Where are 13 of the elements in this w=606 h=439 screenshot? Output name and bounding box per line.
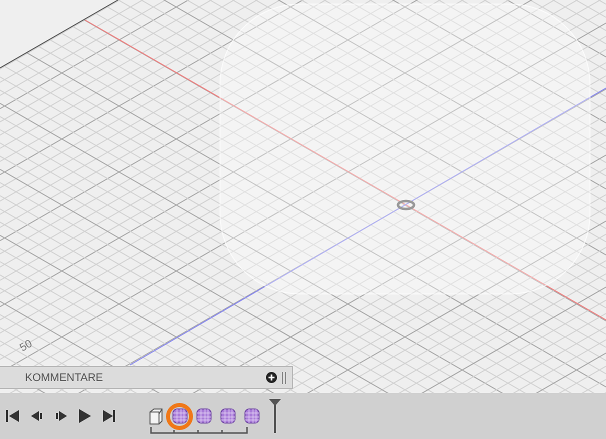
body-feature-icon xyxy=(244,408,260,424)
body-feature-icon xyxy=(220,408,236,424)
body-feature-icon xyxy=(172,408,188,424)
sketch-feature-icon xyxy=(148,408,164,424)
timeline-feature[interactable] xyxy=(242,406,261,426)
body-feature-icon xyxy=(196,408,212,424)
grid-label: 50 xyxy=(18,338,34,354)
panel-title: KOMMENTARE xyxy=(25,372,104,384)
panel-grip-icon[interactable] xyxy=(282,372,286,384)
timeline-marker-icon[interactable] xyxy=(269,399,281,433)
add-icon[interactable] xyxy=(266,372,277,383)
timeline-feature[interactable] xyxy=(218,406,237,426)
timeline-feature[interactable] xyxy=(194,406,213,426)
